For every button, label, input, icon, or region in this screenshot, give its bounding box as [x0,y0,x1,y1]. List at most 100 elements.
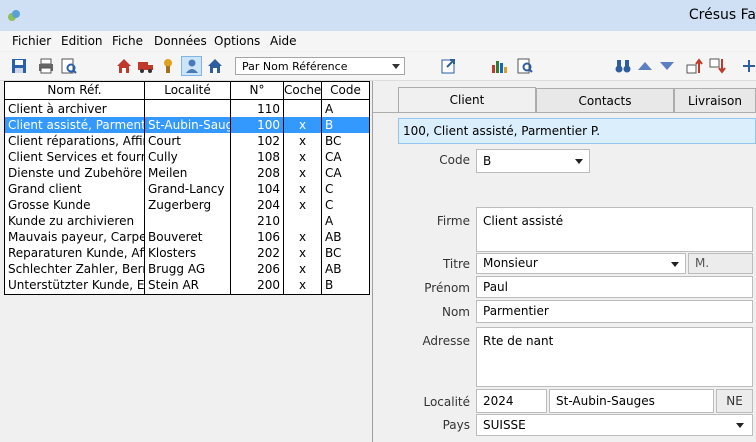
cell-code: A [325,102,334,116]
column-header-no[interactable]: N° [231,82,284,100]
cell-localite: Court [148,134,181,148]
localite-field[interactable]: St-Aubin-Sauges [549,389,714,413]
table-row[interactable]: Grand client Grand-Lancy 104 x C [5,181,369,197]
cell-coche: x [298,166,307,180]
cell-no: 108 [257,150,280,164]
export-icon[interactable] [440,57,458,75]
cell-no: 202 [257,246,280,260]
column-header-code[interactable]: Code [322,82,369,100]
table-row[interactable]: Dienste und Zubehöre Kunde Meilen 208 x CA [5,165,369,181]
cell-localite: Meilen [148,166,188,180]
tab-contacts[interactable]: Contacts [536,88,674,112]
prenom-field[interactable]: Paul [476,276,753,298]
cell-no: 104 [257,182,280,196]
title-bar: Crésus Fa [0,0,756,31]
menu-options[interactable]: Options [214,34,260,48]
table-row[interactable]: Schlechter Zahler, Bernhard Brugg AG 206 x A… [5,261,369,277]
cell-localite: Bouveret [148,230,203,244]
cell-nom: Grosse Kunde [8,198,91,212]
cell-code: B [325,278,334,292]
titre-value: Monsieur [483,256,538,270]
adresse-field[interactable]: Rte de nant [476,327,753,387]
column-divider [283,82,284,294]
table-row[interactable]: Mauvais payeur, Carpe A. Bouveret 106 x AB [5,229,369,245]
cell-nom: Mauvais payeur, Carpe A. [8,230,144,244]
binoculars-icon[interactable] [614,57,632,75]
menu-bar: Fichier Edition Fiche Données Options Ai… [0,31,756,51]
search-document-icon[interactable] [516,57,534,75]
chart-icon[interactable] [490,57,508,75]
column-divider [144,82,145,294]
cell-coche [284,101,321,117]
table-row[interactable]: Client à archiver 110 A [5,101,369,117]
column-header-localite[interactable]: Localité [145,82,231,100]
menu-aide[interactable]: Aide [270,34,297,48]
cell-coche: x [298,262,307,276]
cell-nom: Kunde zu archivieren [8,214,135,228]
cell-localite: Brugg AG [148,262,206,276]
sort-order-select[interactable]: Par Nom Référence [235,57,405,75]
pays-select[interactable]: SUISSE [476,414,753,436]
pays-value: SUISSE [483,418,526,432]
column-header-nom[interactable]: Nom Réf. [5,82,145,100]
menu-fichier[interactable]: Fichier [12,34,51,48]
menu-edition[interactable]: Edition [61,34,103,48]
nom-field[interactable]: Parmentier [476,300,753,323]
firme-label: Firme [436,214,470,228]
npa-field[interactable]: 2024 [476,389,547,413]
window-title: Crésus Fa [688,7,756,23]
tab-livraison[interactable]: Livraison [674,88,756,112]
cell-no: 100 [257,118,280,132]
chevron-down-icon [736,423,744,428]
sort-up-icon[interactable] [685,57,703,75]
titre-select[interactable]: Monsieur [476,253,686,274]
table-row[interactable]: Unterstützter Kunde, Ella G. Stein AR 200 x… [5,277,369,293]
sort-down-icon[interactable] [708,57,726,75]
cell-no: 210 [257,214,280,228]
table-row[interactable]: Reparaturen Kunde, Affine Klosters 202 x BC [5,245,369,261]
titre-label: Titre [442,257,470,271]
tab-client[interactable]: Client [398,87,536,113]
cell-coche [284,213,321,229]
cell-coche: x [298,278,307,292]
cell-code: C [325,182,334,196]
add-icon[interactable] [740,57,756,75]
cell-code: A [325,214,334,228]
save-icon[interactable] [10,57,28,75]
table-row[interactable]: Grosse Kunde Zugerberg 204 x C [5,197,369,213]
column-header-coche[interactable]: Coche [284,82,322,100]
chevron-down-icon [671,262,679,267]
cell-code: AB [325,262,342,276]
supplier-house-icon[interactable] [206,57,224,75]
cell-nom: Schlechter Zahler, Bernhard [8,262,144,276]
cell-localite: Grand-Lancy [148,182,225,196]
truck-icon[interactable] [137,57,155,75]
arrow-up-icon[interactable] [636,57,654,75]
firme-field[interactable]: Client assisté [476,207,753,252]
menu-donnees[interactable]: Données [154,34,207,48]
cell-code: AB [325,230,342,244]
cell-localite: Klosters [148,246,197,260]
prenom-label: Prénom [424,281,470,295]
cell-code: CA [325,150,342,164]
clients-button[interactable] [181,56,202,76]
service-icon[interactable] [159,57,177,75]
house-icon[interactable] [115,57,133,75]
table-row[interactable]: Client assisté, Parmentier P. St-Aubin-Sa… [5,117,369,133]
table-row[interactable]: Client Services et fournitures Cully 108 x C… [5,149,369,165]
cell-no: 106 [257,230,280,244]
cell-coche: x [298,134,307,148]
print-icon[interactable] [37,57,55,75]
cell-localite [145,213,230,229]
cell-coche: x [298,246,307,260]
client-person-icon [186,59,198,73]
table-row[interactable]: Kunde zu archivieren 210 A [5,213,369,229]
arrow-down-icon[interactable] [658,57,676,75]
code-select[interactable]: B [476,149,590,173]
table-row[interactable]: Client réparations, Affine Court 102 x BC [5,133,369,149]
pays-label: Pays [442,418,470,432]
menu-fiche[interactable]: Fiche [112,34,143,48]
client-list[interactable]: Nom Réf. Localité N° Coche Code Client à… [4,81,370,295]
app-logo-icon [8,10,20,21]
print-preview-icon[interactable] [60,57,78,75]
